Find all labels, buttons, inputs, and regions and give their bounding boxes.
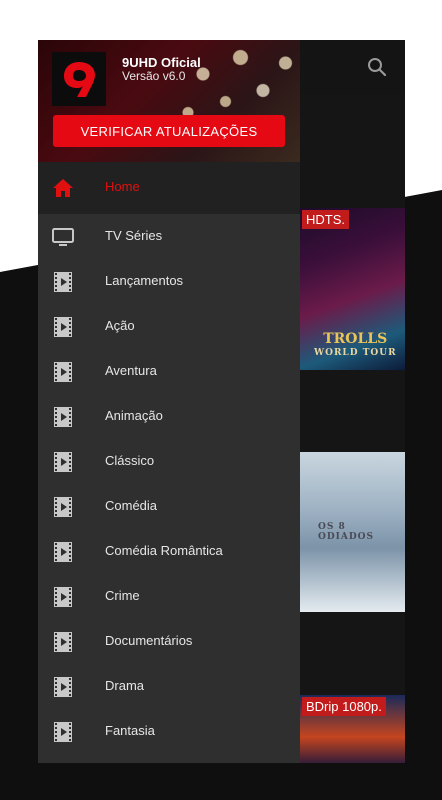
menu-label: Animação bbox=[105, 408, 163, 423]
app-name: 9UHD Oficial bbox=[122, 55, 201, 70]
film-icon bbox=[54, 677, 72, 697]
poster-trolls[interactable]: HDTS. TROLLS WORLD TOUR bbox=[300, 208, 405, 370]
menu-label: Crime bbox=[105, 588, 140, 603]
film-icon bbox=[54, 452, 72, 472]
film-icon bbox=[54, 722, 72, 742]
poster-title: TROLLS WORLD TOUR bbox=[314, 332, 397, 360]
drawer-menu: Home TV Séries Lançamentos Ação Aventura bbox=[38, 162, 300, 754]
menu-item-lancamentos[interactable]: Lançamentos bbox=[38, 259, 300, 304]
check-updates-button[interactable]: VERIFICAR ATUALIZAÇÕES bbox=[53, 115, 285, 147]
menu-item-documentarios[interactable]: Documentários bbox=[38, 619, 300, 664]
menu-item-tv-series[interactable]: TV Séries bbox=[38, 214, 300, 259]
menu-label: Drama bbox=[105, 678, 145, 693]
menu-label: Fantasia bbox=[105, 723, 155, 738]
logo-9-icon bbox=[64, 62, 95, 97]
home-icon bbox=[53, 179, 73, 197]
menu-item-comedia-romantica[interactable]: Comédia Romântica bbox=[38, 529, 300, 574]
navigation-drawer: 9UHD Oficial Versão v6.0 VERIFICAR ATUAL… bbox=[38, 40, 300, 763]
menu-label: Ação bbox=[105, 318, 135, 333]
film-icon bbox=[54, 542, 72, 562]
menu-label: Documentários bbox=[105, 633, 193, 648]
poster-os-8-odiados[interactable]: OS 8 ODIADOS bbox=[300, 452, 405, 612]
menu-item-animacao[interactable]: Animação bbox=[38, 394, 300, 439]
film-icon bbox=[54, 317, 72, 337]
film-icon bbox=[54, 407, 72, 427]
menu-label: Clássico bbox=[105, 453, 155, 468]
menu-item-fantasia[interactable]: Fantasia bbox=[38, 709, 300, 754]
menu-label: TV Séries bbox=[105, 228, 163, 243]
menu-item-comedia[interactable]: Comédia bbox=[38, 484, 300, 529]
quality-badge: HDTS. bbox=[302, 210, 349, 229]
app-version: Versão v6.0 bbox=[122, 69, 186, 83]
poster-title: OS 8 ODIADOS bbox=[318, 522, 374, 542]
film-icon bbox=[54, 362, 72, 382]
phone-screen: HDTS. TROLLS WORLD TOUR OS 8 ODIADOS BDr… bbox=[38, 40, 405, 763]
menu-item-aventura[interactable]: Aventura bbox=[38, 349, 300, 394]
menu-label: Comédia Romântica bbox=[105, 543, 223, 558]
menu-label: Home bbox=[105, 179, 140, 194]
film-icon bbox=[54, 632, 72, 652]
menu-item-drama[interactable]: Drama bbox=[38, 664, 300, 709]
tv-icon bbox=[52, 228, 74, 246]
film-icon bbox=[54, 272, 72, 292]
poster-bdrip[interactable]: BDrip 1080p. bbox=[300, 695, 405, 763]
menu-label: Lançamentos bbox=[105, 273, 184, 288]
poster-subtitle: WORLD TOUR bbox=[314, 348, 397, 358]
menu-item-acao[interactable]: Ação bbox=[38, 304, 300, 349]
search-icon[interactable] bbox=[365, 55, 389, 79]
menu-label: Aventura bbox=[105, 363, 157, 378]
film-icon bbox=[54, 497, 72, 517]
drawer-header: 9UHD Oficial Versão v6.0 VERIFICAR ATUAL… bbox=[38, 40, 300, 162]
film-icon bbox=[54, 587, 72, 607]
app-logo bbox=[52, 52, 106, 106]
menu-item-home[interactable]: Home bbox=[38, 162, 300, 214]
poster-title-text: TROLLS bbox=[323, 331, 388, 347]
quality-badge: BDrip 1080p. bbox=[302, 697, 386, 716]
menu-item-classico[interactable]: Clássico bbox=[38, 439, 300, 484]
menu-item-crime[interactable]: Crime bbox=[38, 574, 300, 619]
menu-label: Comédia bbox=[105, 498, 158, 513]
